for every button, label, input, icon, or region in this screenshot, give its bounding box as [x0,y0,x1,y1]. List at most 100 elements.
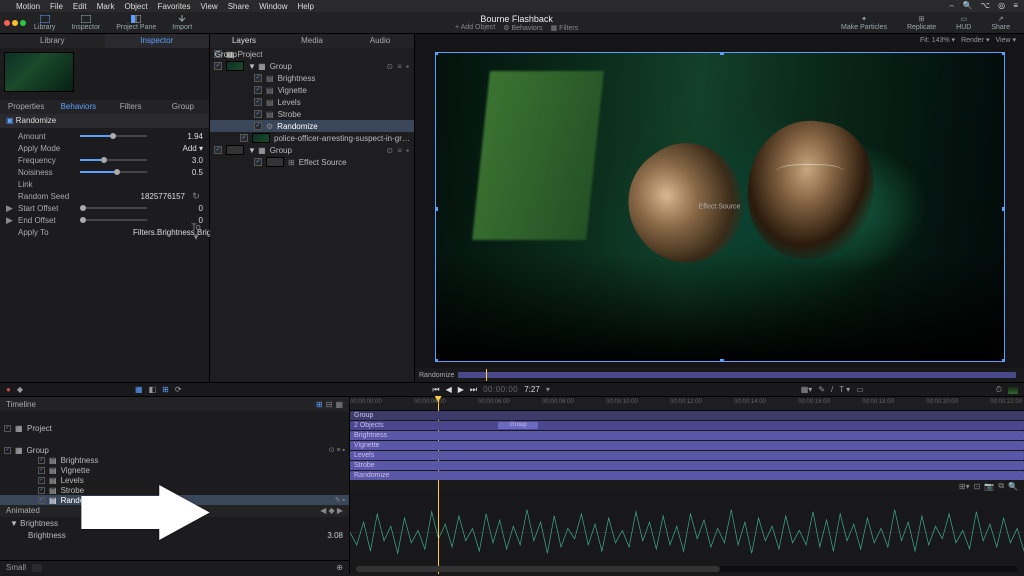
track-area[interactable]: Group2 ObjectsGroupBrightnessVignetteLev… [350,411,1024,481]
keyframe-editor[interactable] [350,491,1024,574]
tab-group[interactable]: Group [157,100,209,114]
timecode[interactable]: 7:27 [524,385,540,394]
param-slider[interactable] [80,207,147,209]
check-icon[interactable] [254,98,262,106]
tab-media[interactable]: Media [278,34,346,48]
clip[interactable]: Levels [350,451,1024,460]
go-end-button[interactable]: ⏭ [470,385,477,395]
tab-library[interactable]: Library [0,34,105,48]
param-row[interactable]: Frequency3.0 [6,154,203,166]
tab-audio[interactable]: Audio [346,34,414,48]
track-lane[interactable]: Randomize [350,471,1024,481]
tlineicon1[interactable]: ⊞ [316,400,323,409]
check-icon[interactable] [4,425,11,432]
track-lane[interactable]: Strobe [350,461,1024,471]
param-row[interactable]: Noisiness0.5 [6,166,203,178]
kf-search-icon[interactable]: 🔍 [1008,482,1018,491]
check-icon[interactable] [38,497,45,504]
param-extra-icon[interactable]: ↻ [189,191,203,202]
param-row[interactable]: Link [6,178,203,190]
param-value[interactable]: 3.0 [151,156,203,165]
check-icon[interactable] [214,62,222,70]
param-slider[interactable] [80,135,147,137]
tab-inspector[interactable]: Inspector [105,34,210,48]
filters-button[interactable]: ▦ Filters [551,24,579,32]
tool-shape[interactable]: ▭ [856,385,864,394]
timeline-row[interactable]: ▤Levels [0,475,349,485]
track-lane[interactable]: Brightness [350,431,1024,441]
timeline-row[interactable]: ▤Vignette [0,465,349,475]
hud-button[interactable]: ▭HUD [948,15,979,31]
disclosure-icon[interactable]: ▶ [6,203,14,214]
layer-row[interactable]: ▼ ▦Group⊙ ≡ ▪ [210,60,414,72]
menu-window[interactable]: Window [259,2,287,11]
clip[interactable]: Brightness [350,431,1024,440]
tab-layers[interactable]: Layers [210,34,278,48]
menu-share[interactable]: Share [228,2,249,11]
control-center-icon[interactable]: ⌥ [981,1,990,10]
import-button[interactable]: Import [164,12,200,33]
kf-snapshot-icon[interactable]: 📷 [984,482,994,491]
param-value[interactable]: 0.5 [151,168,203,177]
tool-pencil[interactable]: ✎ [818,385,825,394]
disclosure-icon[interactable]: ▶ [6,215,14,226]
param-row[interactable]: Apply ToFilters.Brightness.BrightnessTo … [6,226,203,238]
siri-icon[interactable]: ◎ [998,1,1005,10]
check-icon[interactable] [254,158,262,166]
check-icon[interactable] [254,86,262,94]
check-icon[interactable] [254,122,262,130]
param-slider[interactable] [80,219,147,221]
tab-timeline[interactable]: Timeline [6,400,36,409]
disclosure-icon[interactable]: ▼ ▦ [248,62,266,71]
param-extra-icon[interactable]: To ▾ [189,222,203,243]
menu-help[interactable]: Help [298,2,314,11]
tab-behaviors[interactable]: Behaviors [52,100,104,114]
layer-row[interactable]: ▤Strobe [210,108,414,120]
layer-flags[interactable]: ⊙ ≡ ▪ [386,146,410,155]
view-menu[interactable]: View ▾ [995,36,1016,44]
menu-favorites[interactable]: Favorites [158,2,191,11]
track-lane[interactable]: Vignette [350,441,1024,451]
record-icon[interactable]: ● [6,385,11,394]
check-icon[interactable] [4,447,11,454]
clip[interactable]: Randomize [350,471,1024,480]
layer-flags[interactable]: ⊙ ≡ ▪ [386,62,410,71]
tool-line[interactable]: / [831,385,833,394]
traffic-close-icon[interactable] [4,20,10,26]
menu-object[interactable]: Object [124,2,147,11]
kf-snap-icon[interactable]: ⧉ [998,481,1004,491]
layer-row[interactable]: police-officer-arresting-suspect-in-graf… [210,132,414,144]
layer-row[interactable]: ▤Levels [210,96,414,108]
tool1[interactable]: ▦▾ [801,385,813,394]
clock-icon[interactable]: ⏱ [996,385,1002,395]
disclosure-icon[interactable]: ▼ ▦ [248,146,266,155]
timeline-row[interactable]: ▤Brightness [0,455,349,465]
go-start-button[interactable]: ⏮ [432,385,439,395]
loop-icon[interactable]: ⟳ [175,385,182,394]
timeline-project-row[interactable]: ▦ Project [0,423,349,433]
project-pane-button[interactable]: Project Pane [108,12,164,33]
render-menu[interactable]: Render ▾ [961,36,989,44]
layer-row[interactable]: ▦Project [210,48,414,60]
check-icon[interactable] [214,146,222,154]
menu-view[interactable]: View [201,2,218,11]
check-icon[interactable] [38,487,45,494]
track-lane[interactable]: Levels [350,451,1024,461]
check-icon[interactable] [38,457,45,464]
check-icon[interactable] [254,74,262,82]
clip[interactable]: Vignette [350,441,1024,450]
check-icon[interactable] [38,467,45,474]
canvas-viewport[interactable]: Effect Source [435,52,1005,362]
param-slider[interactable] [80,159,147,161]
kf-scrollbar[interactable] [356,566,1018,572]
layer-row[interactable]: ▤Vignette [210,84,414,96]
check-icon[interactable] [254,110,262,118]
clip[interactable]: Strobe [350,461,1024,470]
param-row[interactable]: Random Seed1825776157↻ [6,190,203,202]
notif-icon[interactable]: ≡ [1013,1,1018,10]
viewicon1[interactable]: ▦ [135,385,143,394]
tool-text[interactable]: T ▾ [839,385,850,394]
behaviors-button[interactable]: ⚙ Behaviors [503,24,542,32]
param-row[interactable]: Amount1.94 [6,130,203,142]
add-object-button[interactable]: + Add Object [455,24,495,32]
